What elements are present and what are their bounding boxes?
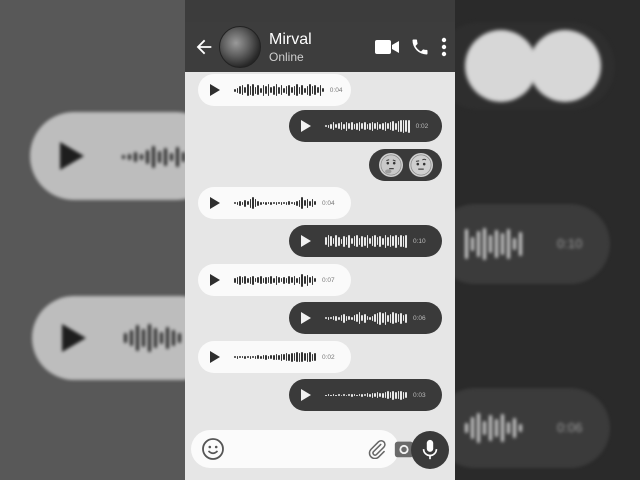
status-bar	[185, 0, 455, 22]
message-composer	[191, 430, 414, 468]
thinking-face-icon	[378, 153, 403, 177]
video-frame: 0:10 0:06 Mirval Online 0:04 0:02 0:04 0…	[0, 0, 640, 480]
waveform	[325, 308, 407, 328]
message-duration: 0:04	[329, 86, 343, 94]
voice-message-incoming: 0:07	[198, 264, 351, 296]
play-icon[interactable]	[210, 351, 220, 363]
emoji-icon[interactable]	[201, 437, 225, 461]
phone-icon[interactable]	[410, 37, 430, 57]
waveform	[325, 385, 407, 405]
blurred-voice-bubble: 0:06	[455, 388, 610, 468]
waveform	[234, 270, 316, 290]
message-duration: 0:07	[322, 276, 335, 284]
avatar[interactable]	[219, 26, 261, 68]
raised-eyebrow-face-icon	[408, 153, 433, 177]
chat-screen: Mirval Online 0:04 0:02 0:04 0:10 0:07 0…	[185, 0, 455, 480]
voice-message-outgoing: 0:06	[289, 302, 442, 334]
message-duration: 0:03	[413, 391, 426, 399]
blurred-thinking-face-icon	[465, 30, 537, 102]
blurred-voice-bubble	[32, 296, 185, 380]
play-icon[interactable]	[301, 389, 311, 401]
message-duration: 0:02	[322, 353, 335, 361]
play-icon[interactable]	[301, 235, 311, 247]
play-icon[interactable]	[301, 120, 311, 132]
blurred-duration: 0:06	[557, 420, 583, 435]
voice-message-incoming: 0:04	[198, 187, 351, 219]
message-input[interactable]	[233, 441, 333, 457]
waveform	[234, 80, 324, 100]
message-duration: 0:04	[322, 199, 335, 207]
play-icon[interactable]	[210, 84, 220, 96]
message-duration: 0:06	[413, 314, 426, 322]
play-icon[interactable]	[210, 197, 220, 209]
contact-info[interactable]: Mirval Online	[269, 31, 312, 64]
back-arrow-icon[interactable]	[189, 32, 219, 62]
contact-status: Online	[269, 49, 304, 64]
blurred-duration: 0:10	[557, 236, 583, 251]
more-options-icon[interactable]	[441, 37, 447, 57]
message-duration: 0:02	[415, 122, 429, 130]
voice-message-outgoing: 0:03	[289, 379, 442, 411]
waveform	[234, 347, 316, 367]
message-duration: 0:10	[413, 237, 426, 245]
blurred-background-left	[0, 0, 185, 480]
voice-message-outgoing: 0:02	[289, 110, 442, 142]
message-list: 0:04 0:02 0:04 0:10 0:07 0:06 0:02 0:03	[185, 72, 455, 430]
emoji-message-outgoing	[369, 149, 442, 181]
chat-header: Mirval Online	[185, 22, 455, 72]
voice-message-incoming: 0:02	[198, 341, 351, 373]
voice-message-incoming: 0:04	[198, 74, 351, 106]
waveform	[325, 116, 410, 136]
blurred-emoji-bubble	[455, 22, 615, 110]
play-icon[interactable]	[210, 274, 220, 286]
blurred-raised-eyebrow-face-icon	[529, 30, 601, 102]
microphone-button[interactable]	[411, 431, 449, 469]
blurred-voice-bubble	[30, 112, 185, 200]
voice-message-outgoing: 0:10	[289, 225, 442, 257]
blurred-background-right: 0:10 0:06	[455, 0, 640, 480]
play-icon[interactable]	[301, 312, 311, 324]
microphone-icon	[419, 438, 441, 462]
waveform	[234, 193, 316, 213]
contact-name: Mirval	[269, 30, 312, 48]
video-call-icon[interactable]	[375, 39, 399, 55]
waveform	[325, 231, 407, 251]
attach-icon[interactable]	[367, 439, 387, 459]
blurred-voice-bubble: 0:10	[455, 204, 610, 284]
